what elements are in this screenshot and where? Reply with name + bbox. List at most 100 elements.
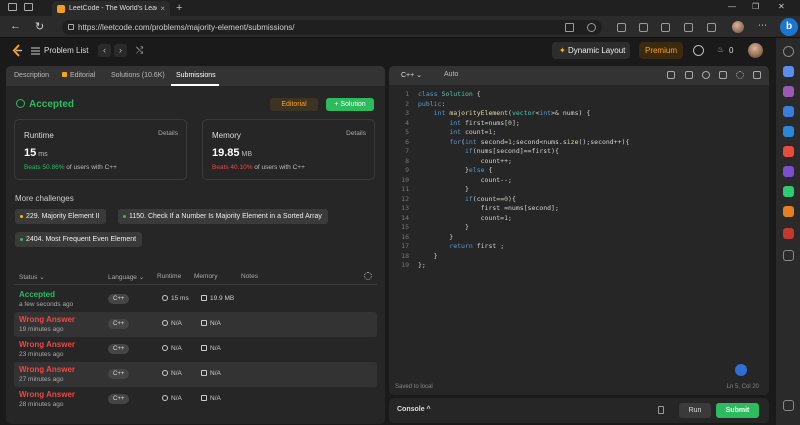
- memory-details-link[interactable]: Details: [346, 130, 366, 137]
- reset-icon[interactable]: [702, 71, 710, 79]
- browser-tab[interactable]: LeetCode - The World's Leading ×: [52, 1, 170, 16]
- app-icon[interactable]: [783, 228, 794, 239]
- problem-list-link[interactable]: Problem List: [44, 46, 88, 55]
- gear-icon[interactable]: [364, 272, 372, 280]
- table-row[interactable]: Wrong Answer 27 minutes ago C++ N/A N/A: [14, 362, 377, 387]
- prev-problem-button[interactable]: ‹: [98, 44, 111, 57]
- shortcut-icon[interactable]: [719, 71, 727, 79]
- designer-icon[interactable]: [783, 206, 794, 217]
- challenge-chip[interactable]: 2404. Most Frequent Even Element: [15, 232, 143, 247]
- auto-mode-label[interactable]: Auto: [444, 71, 458, 78]
- premium-button[interactable]: Premium: [639, 42, 683, 59]
- more-menu-icon[interactable]: ⋯: [758, 20, 767, 30]
- games-icon[interactable]: [783, 106, 794, 117]
- refresh-icon[interactable]: ↻: [35, 20, 44, 33]
- bing-copilot-icon[interactable]: b: [780, 18, 798, 36]
- table-row[interactable]: Wrong Answer 23 minutes ago C++ N/A N/A: [14, 337, 377, 362]
- runtime-details-link[interactable]: Details: [158, 130, 178, 137]
- runtime-cell-text: N/A: [171, 320, 182, 327]
- sidebar-settings-icon[interactable]: [783, 400, 794, 411]
- memory-cell: N/A: [201, 320, 221, 327]
- read-aloud-icon[interactable]: [565, 23, 574, 32]
- workspaces-icon[interactable]: [8, 3, 17, 11]
- close-window-icon[interactable]: ✕: [778, 2, 785, 11]
- chat-bubble-icon[interactable]: [735, 364, 747, 376]
- add-solution-button[interactable]: + Solution: [326, 98, 374, 111]
- streak-fire-icon[interactable]: ♨: [717, 45, 724, 54]
- status-column-header[interactable]: Status ⌄: [19, 273, 45, 281]
- submission-status[interactable]: Wrong Answer: [19, 390, 75, 399]
- favorites-icon[interactable]: [661, 23, 670, 32]
- fullscreen-icon[interactable]: [753, 71, 761, 79]
- submission-status[interactable]: Wrong Answer: [19, 315, 75, 324]
- clock-icon: [162, 295, 168, 301]
- tools-icon[interactable]: [783, 86, 794, 97]
- editorial-button[interactable]: Editorial: [270, 98, 318, 111]
- memory-chip-icon: [201, 370, 207, 376]
- tab-description[interactable]: Description: [14, 72, 49, 79]
- code-line: return first ;: [449, 242, 505, 250]
- sparkle-icon: ✦: [559, 46, 566, 55]
- run-button[interactable]: Run: [679, 403, 711, 418]
- browser-profile-avatar[interactable]: [732, 21, 744, 33]
- user-avatar[interactable]: [748, 43, 763, 58]
- search-icon[interactable]: [783, 46, 794, 57]
- collections-icon[interactable]: [684, 23, 693, 32]
- submission-status[interactable]: Accepted: [19, 290, 55, 299]
- challenge-chip[interactable]: 229. Majority Element II: [15, 209, 106, 224]
- submission-panel: Description Editorial Solutions (10.6K) …: [6, 66, 385, 424]
- extensions-icon[interactable]: [617, 23, 626, 32]
- split-screen-icon[interactable]: [639, 23, 648, 32]
- language-column-header[interactable]: Language ⌄: [108, 273, 144, 281]
- braces-icon[interactable]: [685, 71, 693, 79]
- close-tab-icon[interactable]: ×: [160, 4, 165, 13]
- active-tab-indicator: [171, 84, 219, 86]
- submission-status[interactable]: Wrong Answer: [19, 340, 75, 349]
- tab-submissions[interactable]: Submissions: [176, 72, 216, 79]
- back-icon[interactable]: ←: [10, 20, 21, 32]
- language-select[interactable]: C++ ⌄: [401, 71, 422, 79]
- next-problem-button[interactable]: ›: [114, 44, 127, 57]
- tab-actions-icon[interactable]: [24, 3, 33, 11]
- office-icon[interactable]: [783, 146, 794, 157]
- memory-cell-text: N/A: [210, 345, 221, 352]
- outlook-icon[interactable]: [783, 126, 794, 137]
- runtime-card[interactable]: Runtime Details 15 ms Beats 50.86% of use…: [14, 119, 187, 180]
- dynamic-layout-button[interactable]: ✦ Dynamic Layout: [552, 42, 630, 59]
- submission-status[interactable]: Wrong Answer: [19, 365, 75, 374]
- more-challenges-title: More challenges: [15, 194, 74, 203]
- memory-cell-text: 19.9 MB: [210, 295, 235, 302]
- language-badge: C++: [108, 394, 130, 404]
- code-line: int count=1;: [449, 128, 497, 136]
- add-icon[interactable]: [783, 250, 794, 261]
- tab-editorial[interactable]: Editorial: [62, 72, 95, 79]
- line-number: 5: [405, 128, 409, 136]
- code-line: int first=nums[0];: [449, 118, 520, 127]
- url-input[interactable]: https://leetcode.com/problems/majority-e…: [62, 20, 602, 35]
- console-toggle[interactable]: Console ^: [397, 406, 431, 413]
- trash-icon[interactable]: [658, 406, 664, 414]
- memory-number: 19.85: [212, 147, 240, 159]
- tab-solutions[interactable]: Solutions (10.6K): [111, 72, 165, 79]
- memory-card[interactable]: Memory Details 19.85 MB Beats 40.10% of u…: [202, 119, 375, 180]
- new-tab-icon[interactable]: +: [176, 2, 182, 14]
- timer-icon[interactable]: [693, 45, 704, 56]
- shopping-icon[interactable]: [783, 66, 794, 77]
- bookmark-icon[interactable]: [667, 71, 675, 79]
- shuffle-icon[interactable]: ⤭: [136, 45, 143, 56]
- favorite-icon[interactable]: [587, 23, 596, 32]
- drop-icon[interactable]: [783, 186, 794, 197]
- clock-icon: [162, 320, 168, 326]
- table-row[interactable]: Wrong Answer 28 minutes ago C++ N/A N/A: [14, 387, 377, 412]
- settings-icon[interactable]: [736, 71, 744, 79]
- maximize-icon[interactable]: ❐: [752, 2, 759, 11]
- teams-icon[interactable]: [783, 166, 794, 177]
- table-row[interactable]: Wrong Answer 19 minutes ago C++ N/A N/A: [14, 312, 377, 337]
- browser-essentials-icon[interactable]: [707, 23, 716, 32]
- leetcode-logo-icon[interactable]: [11, 44, 23, 57]
- submit-button[interactable]: Submit: [716, 403, 759, 418]
- table-row[interactable]: Accepted a few seconds ago C++ 15 ms 19.…: [14, 287, 377, 312]
- minimize-icon[interactable]: —: [728, 2, 736, 11]
- challenge-chip[interactable]: 1150. Check If a Number Is Majority Elem…: [118, 209, 328, 224]
- line-number: 4: [405, 118, 409, 127]
